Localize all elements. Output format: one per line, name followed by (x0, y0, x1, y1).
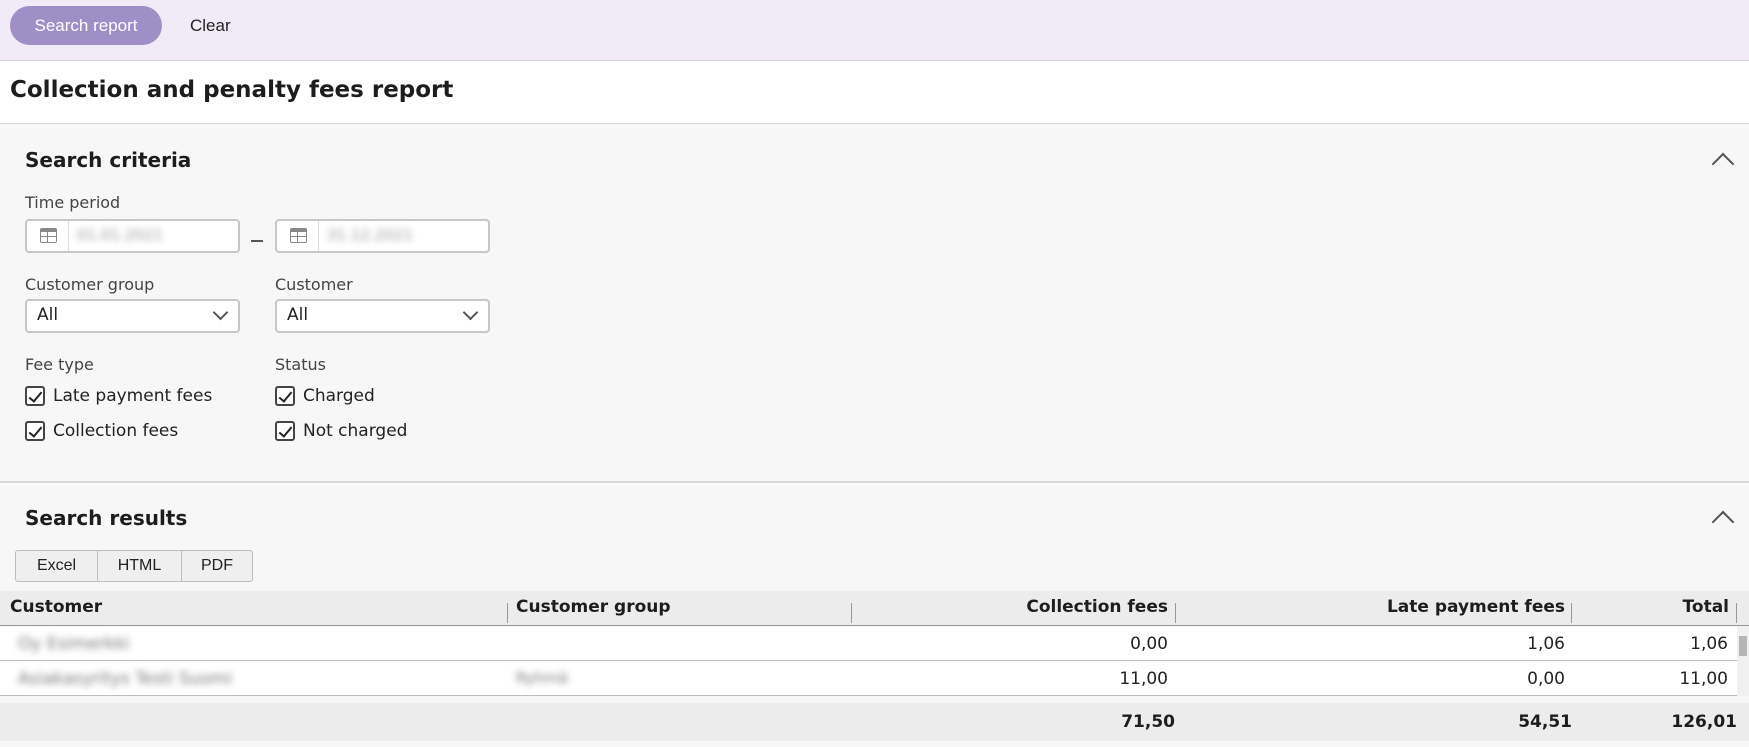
cell-total: 1,06 (1690, 634, 1728, 654)
collapse-criteria-icon[interactable] (1711, 152, 1735, 176)
cell-collection-fees: 11,00 (1119, 669, 1168, 689)
cell-total: 11,00 (1679, 669, 1728, 689)
column-resize-handle[interactable] (1175, 603, 1176, 623)
table-header: Customer Customer group Collection fees … (0, 591, 1749, 626)
table-row[interactable]: Asiakasyritys Testi Suomi Ryhmä 11,00 0,… (0, 662, 1737, 696)
column-header-customer[interactable]: Customer (10, 597, 102, 617)
totals-row: 71,50 54,51 126,01 (0, 703, 1749, 741)
cell-customer: Asiakasyritys Testi Suomi (18, 669, 233, 689)
customer-group-label: Customer group (25, 275, 155, 294)
fee-type-label: Fee type (25, 355, 94, 374)
date-from-picker-button[interactable] (27, 221, 69, 251)
cell-collection-fees: 0,00 (1130, 634, 1168, 654)
collapse-results-icon[interactable] (1711, 510, 1735, 534)
charged-checkbox[interactable] (275, 386, 295, 406)
column-header-customer-group[interactable]: Customer group (516, 597, 671, 617)
cell-customer: Oy Esimerkki (18, 634, 130, 654)
search-results-title: Search results (25, 506, 188, 530)
chevron-down-icon (212, 304, 229, 321)
search-criteria-title: Search criteria (25, 148, 192, 172)
cell-customer-group: Ryhmä (516, 669, 568, 687)
calendar-icon (290, 228, 307, 243)
late-payment-fees-checkbox[interactable] (25, 386, 45, 406)
scrollbar-thumb[interactable] (1739, 636, 1747, 656)
total-collection-fees: 71,50 (1121, 712, 1175, 732)
date-to-picker-button[interactable] (277, 221, 319, 251)
customer-value: All (287, 305, 309, 325)
clear-button[interactable]: Clear (176, 6, 245, 45)
column-resize-handle[interactable] (1736, 603, 1737, 623)
date-from-value: 01.01.2021 (77, 226, 163, 244)
cell-late-payment-fees: 0,00 (1527, 669, 1565, 689)
export-html-button[interactable]: HTML (98, 550, 182, 582)
total-total: 126,01 (1671, 712, 1737, 732)
total-late-payment-fees: 54,51 (1518, 712, 1572, 732)
export-pdf-button[interactable]: PDF (182, 550, 253, 582)
column-resize-handle[interactable] (507, 603, 508, 623)
toolbar: Search report Clear (0, 0, 1749, 61)
column-header-late-payment-fees[interactable]: Late payment fees (1387, 597, 1565, 617)
collection-fees-checkbox[interactable] (25, 421, 45, 441)
export-excel-button[interactable]: Excel (15, 550, 98, 582)
column-header-total[interactable]: Total (1683, 597, 1729, 617)
column-header-collection-fees[interactable]: Collection fees (1026, 597, 1168, 617)
search-report-button[interactable]: Search report (10, 6, 162, 45)
column-resize-handle[interactable] (1571, 603, 1572, 623)
search-criteria-section: Search criteria Time period 01.01.2021 3… (0, 124, 1749, 483)
customer-label: Customer (275, 275, 353, 294)
customer-select[interactable]: All (275, 299, 490, 333)
table-scrollbar[interactable] (1737, 626, 1749, 696)
collection-fees-label[interactable]: Collection fees (53, 421, 178, 441)
late-payment-fees-label[interactable]: Late payment fees (53, 386, 212, 406)
status-label: Status (275, 355, 326, 374)
page-header: Collection and penalty fees report (0, 61, 1749, 124)
customer-group-value: All (37, 305, 59, 325)
date-from-field[interactable]: 01.01.2021 (25, 219, 240, 253)
date-to-value: 31.12.2021 (327, 226, 413, 244)
date-to-field[interactable]: 31.12.2021 (275, 219, 490, 253)
time-period-label: Time period (25, 193, 121, 212)
date-range-dash (251, 240, 263, 242)
export-buttons: Excel HTML PDF (15, 550, 253, 583)
not-charged-label[interactable]: Not charged (303, 421, 407, 441)
search-results-section: Search results Excel HTML PDF Customer C… (0, 485, 1749, 747)
customer-group-select[interactable]: All (25, 299, 240, 333)
page-title: Collection and penalty fees report (10, 77, 454, 103)
calendar-icon (40, 228, 57, 243)
chevron-down-icon (462, 304, 479, 321)
charged-label[interactable]: Charged (303, 386, 375, 406)
not-charged-checkbox[interactable] (275, 421, 295, 441)
cell-late-payment-fees: 1,06 (1527, 634, 1565, 654)
column-resize-handle[interactable] (851, 603, 852, 623)
table-row[interactable]: Oy Esimerkki 0,00 1,06 1,06 (0, 627, 1737, 661)
